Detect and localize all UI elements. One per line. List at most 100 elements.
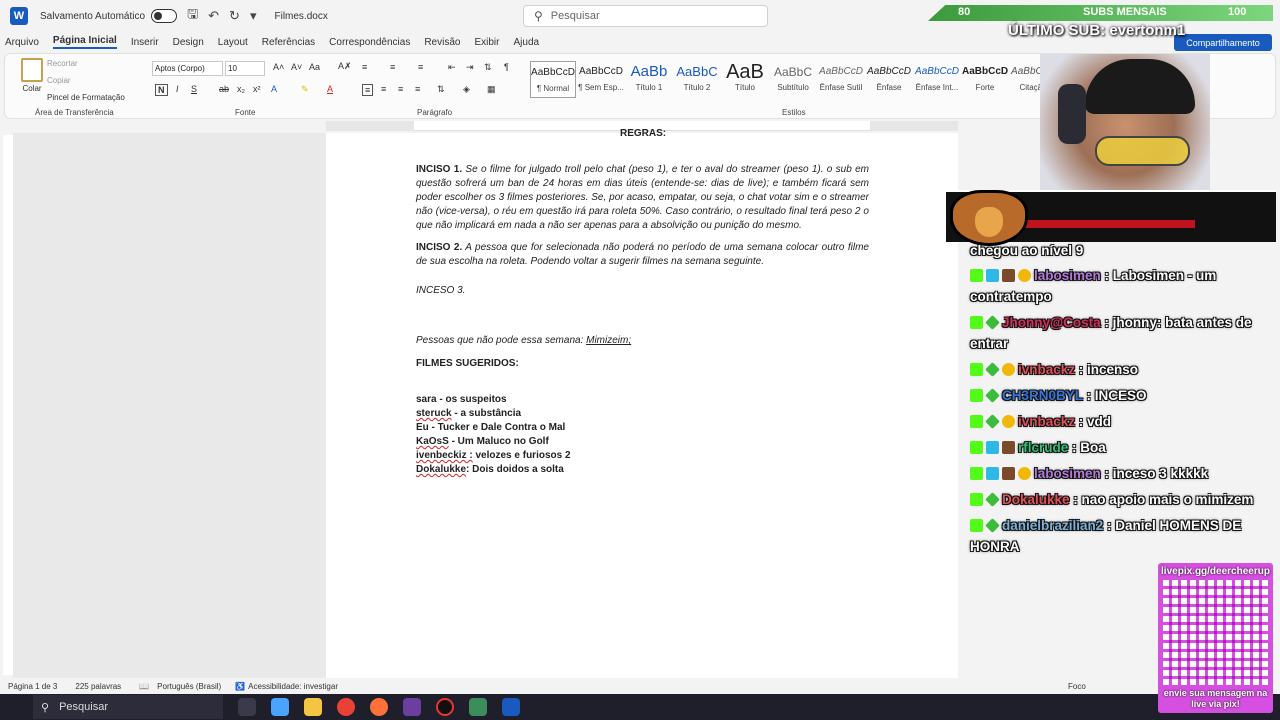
language-indicator[interactable]: Português (Brasil) bbox=[157, 682, 221, 691]
chat-user: Dokalukke bbox=[1002, 492, 1070, 507]
suggestion-line: sara - os suspeitos bbox=[416, 393, 869, 407]
rules-heading: REGRAS: bbox=[620, 128, 667, 139]
strikethrough-icon[interactable]: ab bbox=[219, 84, 229, 94]
suggestion-user: sara bbox=[416, 394, 437, 405]
tab-referencias[interactable]: Referências bbox=[262, 37, 315, 48]
font-size-select[interactable]: 10 bbox=[225, 61, 265, 76]
cut-button[interactable]: Recortar bbox=[47, 59, 78, 68]
subs-goal-bar: 80 SUBS MENSAIS 100 bbox=[928, 5, 1273, 21]
font-color-icon[interactable]: A bbox=[327, 84, 333, 94]
text-effects-icon[interactable]: A bbox=[271, 84, 277, 94]
line-spacing-icon[interactable]: ⇅ bbox=[437, 84, 445, 95]
highlight-icon[interactable]: ✎ bbox=[301, 84, 309, 95]
save-icon[interactable]: 🖫 bbox=[187, 5, 198, 27]
paste-button[interactable]: Colar bbox=[17, 58, 47, 93]
bold-icon[interactable]: N bbox=[155, 84, 168, 96]
inciso-1-paragraph: INCISO 1. Se o filme for julgado troll p… bbox=[416, 163, 869, 233]
pilcrow-icon[interactable]: ¶ bbox=[504, 62, 509, 72]
style-subtle-emphasis[interactable]: AaBbCcD Ênfase Sutil bbox=[818, 61, 864, 98]
subscript-icon[interactable]: x₂ bbox=[237, 84, 245, 94]
tab-arquivo[interactable]: Arquivo bbox=[5, 37, 39, 48]
chat-user: labosimen bbox=[1034, 268, 1101, 283]
tab-ajuda[interactable]: Ajuda bbox=[513, 37, 539, 48]
autosave-toggle[interactable] bbox=[151, 9, 178, 23]
diamond-badge-icon bbox=[985, 388, 1000, 403]
shrink-font-icon[interactable]: A˅ bbox=[291, 62, 302, 72]
page-count[interactable]: Página 1 de 3 bbox=[8, 682, 57, 691]
chat-text: : inceso 3 kkkkk bbox=[1100, 466, 1209, 481]
style-preview: AaBbCcD bbox=[579, 66, 623, 77]
style-heading-1[interactable]: AaBb Título 1 bbox=[626, 61, 672, 98]
italic-icon[interactable]: I bbox=[176, 84, 179, 94]
style-normal[interactable]: AaBbCcD ¶ Normal bbox=[530, 61, 576, 98]
suggestion-line: ivenbeckiz : velozes e furiosos 2 bbox=[416, 449, 869, 463]
share-button[interactable]: Compartilhamento bbox=[1174, 34, 1272, 51]
suggestion-user: Dokalukke bbox=[416, 464, 467, 475]
align-left-icon[interactable]: ≡ bbox=[362, 84, 374, 96]
style-strong[interactable]: AaBbCcD Forte bbox=[962, 61, 1008, 98]
vertical-ruler[interactable] bbox=[3, 135, 13, 675]
font-family-select[interactable]: Aptos (Corpo) bbox=[152, 61, 223, 76]
document-filename[interactable]: Filmes.docx bbox=[274, 11, 327, 22]
chrome-icon[interactable] bbox=[337, 698, 355, 716]
decrease-indent-icon[interactable]: ⇤ bbox=[448, 62, 456, 73]
inciso-2-text: A pessoa que for selecionada não poderá … bbox=[416, 242, 869, 267]
format-painter-button[interactable]: Pincel de Formatação bbox=[47, 93, 125, 102]
chat-message: ivnbackz : vdd bbox=[970, 411, 1255, 432]
tab-exibir[interactable]: Exibir bbox=[474, 37, 499, 48]
tab-revisao[interactable]: Revisão bbox=[424, 37, 460, 48]
undo-icon[interactable]: ↶ bbox=[208, 8, 219, 24]
align-right-icon[interactable]: ≡ bbox=[398, 84, 403, 94]
tab-design[interactable]: Design bbox=[173, 37, 204, 48]
suggestion-user: KaOsS bbox=[416, 436, 449, 447]
multilevel-list-icon[interactable]: ≡ bbox=[418, 62, 423, 72]
copy-button[interactable]: Copiar bbox=[47, 76, 71, 85]
style-emphasis[interactable]: AaBbCcD Ênfase bbox=[866, 61, 912, 98]
style-title[interactable]: AaB Título bbox=[722, 61, 768, 98]
style-no-spacing[interactable]: AaBbCcD ¶ Sem Esp... bbox=[578, 61, 624, 98]
proofing-icon[interactable]: 📖 bbox=[139, 682, 149, 691]
bullets-icon[interactable]: ≡ bbox=[362, 62, 367, 72]
underline-icon[interactable]: S bbox=[191, 84, 197, 94]
align-center-icon[interactable]: ≡ bbox=[381, 84, 386, 94]
word-count[interactable]: 225 palavras bbox=[75, 682, 121, 691]
tab-layout[interactable]: Layout bbox=[218, 37, 248, 48]
style-heading-2[interactable]: AaBbC Título 2 bbox=[674, 61, 720, 98]
copilot-icon[interactable] bbox=[271, 698, 289, 716]
style-intense-emphasis[interactable]: AaBbCcD Ênfase Int... bbox=[914, 61, 960, 98]
taskbar-search[interactable]: ⚲ Pesquisar bbox=[33, 695, 223, 719]
change-case-icon[interactable]: Aa bbox=[309, 62, 320, 72]
document-page[interactable]: REGRAS: INCISO 1. Se o filme for julgado… bbox=[326, 128, 958, 678]
calculator-icon[interactable] bbox=[469, 698, 487, 716]
grow-font-icon[interactable]: A˄ bbox=[273, 62, 284, 72]
livepix-caption: envie sua mensagem na live via pix! bbox=[1163, 688, 1268, 709]
kick-badge-icon bbox=[970, 441, 983, 454]
customize-toolbar-icon[interactable]: ▾ bbox=[250, 8, 257, 24]
numbering-icon[interactable]: ≡ bbox=[390, 62, 395, 72]
search-input[interactable]: ⚲ Pesquisar bbox=[523, 5, 768, 27]
obs-icon[interactable] bbox=[436, 698, 454, 716]
file-explorer-icon[interactable] bbox=[304, 698, 322, 716]
redo-icon[interactable]: ↻ bbox=[229, 8, 240, 24]
sort-icon[interactable]: ⇅ bbox=[484, 62, 492, 73]
increase-indent-icon[interactable]: ⇥ bbox=[466, 62, 474, 73]
tab-inserir[interactable]: Inserir bbox=[131, 37, 159, 48]
headset-icon bbox=[1058, 84, 1086, 144]
focus-button[interactable]: Foco bbox=[1068, 682, 1086, 691]
absent-name: Mimizeim; bbox=[586, 335, 632, 346]
word-taskbar-icon[interactable] bbox=[502, 698, 520, 716]
justify-icon[interactable]: ≡ bbox=[415, 84, 420, 94]
chat-message: CH3RN0BYL : INCESO bbox=[970, 385, 1255, 406]
superscript-icon[interactable]: x² bbox=[253, 84, 261, 94]
shading-icon[interactable]: ◈ bbox=[463, 84, 470, 95]
twitch-icon[interactable] bbox=[403, 698, 421, 716]
firefox-icon[interactable] bbox=[370, 698, 388, 716]
task-view-icon[interactable] bbox=[238, 698, 256, 716]
kick-badge-icon bbox=[970, 316, 983, 329]
tab-correspondencias[interactable]: Correspondências bbox=[329, 37, 410, 48]
style-subtitle[interactable]: AaBbC Subtítulo bbox=[770, 61, 816, 98]
accessibility-status[interactable]: Acessibilidade: investigar bbox=[248, 682, 338, 691]
clear-format-icon[interactable]: A✗ bbox=[338, 61, 352, 72]
tab-pagina-inicial[interactable]: Página Inicial bbox=[52, 35, 117, 49]
borders-icon[interactable]: ▦ bbox=[487, 84, 496, 95]
